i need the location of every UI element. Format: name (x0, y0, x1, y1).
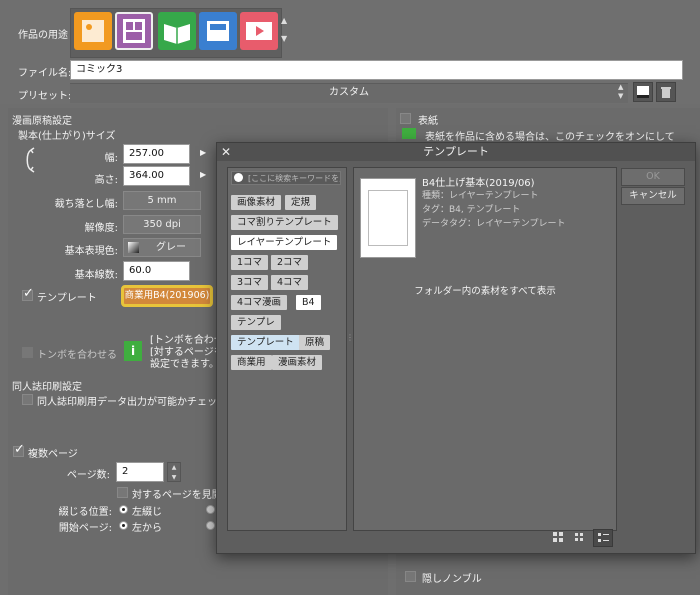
preset-select[interactable]: カスタム (70, 83, 628, 103)
resolution-label: 解像度: (84, 223, 118, 234)
color-label: 基本表現色: (64, 246, 118, 257)
template-thumbnail[interactable] (360, 178, 416, 258)
size-title: 製本(仕上がり)サイズ (18, 131, 116, 142)
width-input[interactable]: 257.00 (123, 144, 190, 164)
item-title: B4仕上げ基本(2019/06) (422, 178, 535, 189)
material-pane: B4仕上げ基本(2019/06) 種類：レイヤーテンプレート タグ：B4, テン… (353, 167, 617, 531)
tag-item[interactable]: 3コマ (231, 275, 269, 290)
cover-info-icon (402, 128, 416, 139)
tag-item[interactable]: 画像素材 (231, 195, 282, 210)
height-input[interactable]: 364.00 (123, 166, 190, 186)
save-preset-icon[interactable] (633, 82, 653, 102)
pages-label: ページ数: (66, 470, 110, 481)
height-arrow-icon[interactable]: ▶ (200, 170, 206, 179)
binding-left-label: 左綴じ (132, 507, 162, 518)
book-icon[interactable] (158, 12, 196, 50)
template-checkbox[interactable] (22, 286, 34, 301)
preset-arrows[interactable]: ▲ ▼ (618, 83, 626, 101)
cover-description: 表紙を作品に含める場合は、このチェックをオンにして (425, 132, 675, 143)
tombo-label: トンボを合わせる (37, 350, 117, 361)
tag-item[interactable]: 原稿 (299, 335, 331, 350)
small-grid-view-icon[interactable] (574, 532, 584, 542)
item-tag: タグ：B4, テンプレート (422, 205, 521, 215)
doujin-check-label: 同人誌印刷用データ出力が可能かチェックす (37, 397, 237, 408)
binding-label: 綴じる位置: (58, 507, 112, 518)
info-text: [トンボを合わせ [対するページを 設定できます。 (150, 335, 224, 370)
tag-item[interactable]: 4コマ漫画 (231, 295, 288, 310)
doujin-section-title: 同人誌印刷設定 (12, 382, 82, 393)
preset-label: プリセット: (18, 91, 72, 102)
large-grid-view-icon[interactable] (553, 532, 563, 542)
tag-item-highlighted[interactable]: テンプレート (231, 335, 300, 350)
cover-label: 表紙 (418, 116, 438, 127)
bleed-label: 裁ち落とし幅: (54, 199, 118, 210)
start-right-radio[interactable] (206, 521, 215, 530)
spread-label: 対するページを見開 (132, 490, 222, 501)
tag-item-selected[interactable]: B4 (296, 295, 321, 310)
detail-view-icon[interactable] (593, 529, 613, 547)
tag-list-pane: [ここに検索キーワードを入力] 画像素材 定規 コマ割りテンプレート レイヤーテ… (227, 167, 347, 531)
rotate-icon[interactable] (24, 147, 38, 173)
tag-item[interactable]: 漫画素材 (272, 355, 323, 370)
item-type: 種類：レイヤーテンプレート (422, 191, 539, 201)
spread-checkbox[interactable] (117, 487, 128, 498)
hidden-nombre-checkbox[interactable] (405, 571, 416, 582)
tag-item[interactable]: 2コマ (271, 255, 309, 270)
start-left-label: 左から (132, 523, 162, 534)
close-icon[interactable]: ✕ (221, 146, 233, 158)
splitter-handle[interactable]: ⋮ (346, 333, 354, 353)
template-dialog: テンプレート ✕ [ここに検索キーワードを入力] 画像素材 定規 コマ割りテンプ… (216, 142, 696, 554)
bleed-select[interactable]: 5 mm (123, 191, 201, 210)
item-datatag: データタグ：レイヤーテンプレート (422, 219, 566, 229)
template-name-button[interactable]: 商業用B4(201906) (121, 285, 213, 307)
dialog-title: テンプレート (217, 143, 695, 161)
usage-label: 作品の用途 (18, 30, 68, 41)
thumbnail-frame (368, 190, 408, 246)
multi-page-label: 複数ページ (28, 449, 78, 460)
tag-item-selected[interactable]: レイヤーテンプレート (231, 235, 338, 250)
tag-item[interactable]: 1コマ (231, 255, 269, 270)
start-left-radio[interactable] (119, 521, 128, 530)
pages-stepper[interactable]: ▲ ▼ (167, 462, 181, 482)
tombo-checkbox[interactable] (22, 347, 33, 358)
animation-icon[interactable] (240, 12, 278, 50)
lines-input[interactable]: 60.0 (123, 261, 190, 281)
print-icon[interactable] (199, 12, 237, 50)
tag-item[interactable]: テンプレ (231, 315, 281, 330)
filename-input[interactable]: コミック3 (70, 60, 683, 80)
comic-icon[interactable] (115, 12, 153, 50)
cancel-button[interactable]: キャンセル (621, 187, 685, 205)
tag-item[interactable]: 商業用 (231, 355, 272, 370)
delete-preset-icon[interactable] (656, 82, 676, 102)
width-label: 幅: (104, 153, 118, 164)
binding-right-radio[interactable] (206, 505, 215, 514)
usage-scroll-arrows[interactable]: ▲ ▼ (281, 16, 291, 56)
show-all-text[interactable]: フォルダー内の素材をすべて表示 (354, 283, 616, 297)
manga-section-title: 漫画原稿設定 (12, 116, 72, 127)
usage-icon-group (70, 8, 282, 58)
width-arrow-icon[interactable]: ▶ (200, 148, 206, 157)
ok-button[interactable]: OK (621, 168, 685, 186)
search-box[interactable]: [ここに検索キーワードを入力] (231, 171, 341, 185)
resolution-select[interactable]: 350 dpi (123, 215, 201, 234)
doujin-checkbox[interactable] (22, 394, 33, 405)
binding-left-radio[interactable] (119, 505, 128, 514)
tag-item[interactable]: 4コマ (271, 275, 309, 290)
start-label: 開始ページ: (58, 523, 112, 534)
tag-item[interactable]: コマ割りテンプレート (231, 215, 338, 230)
lines-label: 基本線数: (74, 270, 118, 281)
cover-checkbox[interactable] (400, 113, 411, 124)
filename-label: ファイル名: (18, 68, 72, 79)
template-label: テンプレート (37, 293, 97, 304)
pages-input[interactable]: 2 (116, 462, 164, 482)
hidden-nombre-label: 隠しノンブル (422, 574, 482, 585)
gray-swatch-icon (128, 242, 139, 253)
multi-page-checkbox[interactable] (13, 442, 25, 457)
search-icon (234, 173, 243, 182)
tag-item[interactable]: 定規 (285, 195, 317, 210)
search-input[interactable]: [ここに検索キーワードを入力] (248, 172, 340, 185)
info-icon: i (124, 341, 142, 361)
height-label: 高さ: (94, 175, 118, 186)
illustration-icon[interactable] (74, 12, 112, 50)
